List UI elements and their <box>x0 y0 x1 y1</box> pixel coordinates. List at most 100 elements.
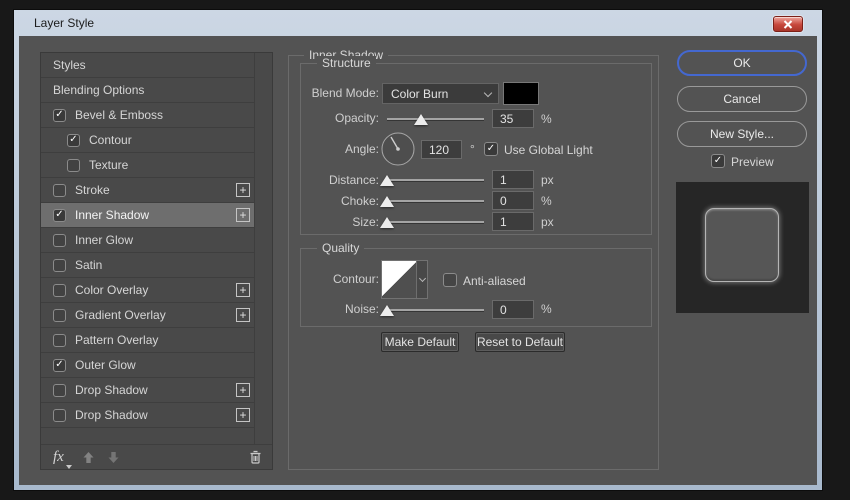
sidebar-item-satin[interactable]: Satin <box>41 253 254 278</box>
distance-input[interactable] <box>492 170 534 189</box>
add-effect-instance-button[interactable]: + <box>236 183 250 197</box>
size-slider-thumb[interactable] <box>380 217 394 228</box>
angle-input[interactable] <box>421 140 462 159</box>
sidebar-item-contour[interactable]: ✓Contour <box>41 128 254 153</box>
opacity-label: Opacity: <box>301 111 379 125</box>
add-effect-instance-button[interactable]: + <box>236 383 250 397</box>
sidebar-item-label: Bevel & Emboss <box>75 108 163 122</box>
shadow-color-swatch[interactable] <box>503 82 539 105</box>
close-button[interactable] <box>773 16 803 32</box>
distance-label: Distance: <box>301 173 379 187</box>
structure-group: Structure Blend Mode: Color Burn Opacity… <box>300 63 652 235</box>
move-effect-down-button[interactable] <box>107 451 120 464</box>
sidebar-item-inner-shadow[interactable]: ✓Inner Shadow+ <box>41 203 254 228</box>
style-enable-checkbox[interactable] <box>53 409 66 422</box>
use-global-light-checkbox[interactable]: ✓ <box>484 142 498 156</box>
sidebar-item-bevel-emboss[interactable]: ✓ Bevel & Emboss <box>41 103 254 128</box>
style-enable-checkbox[interactable] <box>53 184 66 197</box>
noise-input[interactable] <box>492 300 534 319</box>
style-enable-checkbox[interactable] <box>53 309 66 322</box>
sidebar-item-styles[interactable]: Styles <box>41 53 254 78</box>
preview-label: Preview <box>731 155 774 169</box>
sidebar-item-stroke[interactable]: Stroke + <box>41 178 254 203</box>
size-input[interactable] <box>492 212 534 231</box>
choke-slider-track[interactable] <box>387 200 484 202</box>
inner-shadow-panel: Inner Shadow Structure Blend Mode: Color… <box>288 55 659 470</box>
contour-dropdown-arrow[interactable] <box>416 261 427 298</box>
arrow-down-icon <box>107 451 120 464</box>
sidebar-item-label: Blending Options <box>53 83 144 97</box>
opacity-input[interactable] <box>492 109 534 128</box>
ok-button[interactable]: OK <box>677 50 807 76</box>
distance-slider-thumb[interactable] <box>380 175 394 186</box>
new-style-button[interactable]: New Style... <box>677 121 807 147</box>
choke-input[interactable] <box>492 191 534 210</box>
distance-slider-track[interactable] <box>387 179 484 181</box>
sidebar-item-label: Stroke <box>75 183 110 197</box>
style-enable-checkbox[interactable] <box>53 334 66 347</box>
delete-effect-button[interactable] <box>248 449 263 465</box>
make-default-button[interactable]: Make Default <box>381 332 459 352</box>
sidebar-item-label: Inner Glow <box>75 233 133 247</box>
style-enable-checkbox[interactable] <box>67 159 80 172</box>
sidebar-item-label: Pattern Overlay <box>75 333 158 347</box>
style-enable-checkbox[interactable]: ✓ <box>53 359 66 372</box>
chevron-down-icon <box>484 89 492 97</box>
reset-to-default-button[interactable]: Reset to Default <box>475 332 565 352</box>
title-bar[interactable]: Layer Style <box>14 10 822 36</box>
add-effect-instance-button[interactable]: + <box>236 283 250 297</box>
angle-dial[interactable] <box>381 132 415 166</box>
move-effect-up-button[interactable] <box>82 451 95 464</box>
opacity-slider-track[interactable] <box>387 118 484 120</box>
choke-unit: % <box>541 194 552 208</box>
trash-icon <box>248 449 263 465</box>
style-enable-checkbox[interactable]: ✓ <box>53 109 66 122</box>
sidebar-item-label: Color Overlay <box>75 283 148 297</box>
add-effect-instance-button[interactable]: + <box>236 208 250 222</box>
style-enable-checkbox[interactable]: ✓ <box>53 209 66 222</box>
blend-mode-value: Color Burn <box>391 87 448 101</box>
noise-label: Noise: <box>301 302 379 316</box>
style-enable-checkbox[interactable] <box>53 284 66 297</box>
arrow-up-icon <box>82 451 95 464</box>
cancel-button[interactable]: Cancel <box>677 86 807 112</box>
add-effect-instance-button[interactable]: + <box>236 408 250 422</box>
quality-group: Quality Contour: Anti-aliased Noise: % <box>300 248 652 327</box>
sidebar-item-color-overlay[interactable]: Color Overlay + <box>41 278 254 303</box>
sidebar-item-inner-glow[interactable]: Inner Glow <box>41 228 254 253</box>
use-global-light-label: Use Global Light <box>504 143 593 157</box>
distance-unit: px <box>541 173 554 187</box>
add-effect-instance-button[interactable]: + <box>236 308 250 322</box>
style-enable-checkbox[interactable]: ✓ <box>67 134 80 147</box>
sidebar-item-pattern-overlay[interactable]: Pattern Overlay <box>41 328 254 353</box>
style-enable-checkbox[interactable] <box>53 259 66 272</box>
sidebar-item-outer-glow[interactable]: ✓Outer Glow <box>41 353 254 378</box>
sidebar-item-drop-shadow[interactable]: Drop Shadow + <box>41 378 254 403</box>
style-enable-checkbox[interactable] <box>53 384 66 397</box>
sidebar-item-texture[interactable]: Texture <box>41 153 254 178</box>
noise-slider-thumb[interactable] <box>380 305 394 316</box>
sidebar-item-label: Drop Shadow <box>75 383 148 397</box>
choke-slider-thumb[interactable] <box>380 196 394 207</box>
contour-picker[interactable] <box>381 260 428 299</box>
opacity-slider-thumb[interactable] <box>414 114 428 125</box>
screen: Layer Style Styles Blending Options ✓ Bevel… <box>0 0 850 500</box>
blend-mode-select[interactable]: Color Burn <box>382 83 499 104</box>
sidebar-item-gradient-overlay[interactable]: Gradient Overlay + <box>41 303 254 328</box>
size-slider-track[interactable] <box>387 221 484 223</box>
sidebar-item-blending-options[interactable]: Blending Options <box>41 78 254 103</box>
contour-thumbnail[interactable] <box>382 261 416 298</box>
sidebar-item-label: Drop Shadow <box>75 408 148 422</box>
fx-menu-button[interactable]: fx <box>53 450 64 465</box>
preview-checkbox[interactable]: ✓ <box>711 154 725 168</box>
close-icon <box>783 20 793 29</box>
dialog-body: StylesBlending Options✓Bevel & Emboss✓Co… <box>19 36 817 485</box>
anti-aliased-label: Anti-aliased <box>463 274 526 288</box>
anti-aliased-checkbox[interactable] <box>443 273 457 287</box>
style-enable-checkbox[interactable] <box>53 234 66 247</box>
sidebar-item-drop-shadow[interactable]: Drop Shadow + <box>41 403 254 428</box>
style-preview-thumbnail <box>676 182 809 313</box>
sidebar-item-label: Gradient Overlay <box>75 308 166 322</box>
noise-slider-track[interactable] <box>387 309 484 311</box>
styles-sidebar: StylesBlending Options✓Bevel & Emboss✓Co… <box>40 52 273 470</box>
